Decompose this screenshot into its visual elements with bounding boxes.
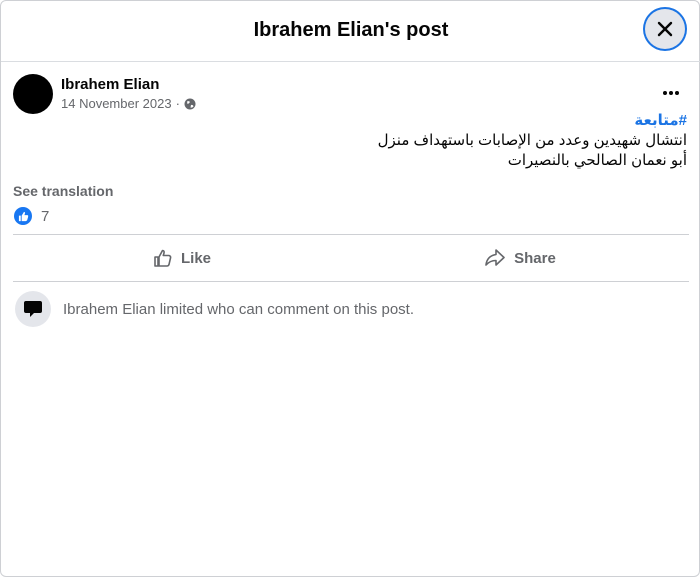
- more-horizontal-icon: [663, 91, 679, 95]
- comment-restriction-text: Ibrahem Elian limited who can comment on…: [63, 300, 414, 318]
- more-options-button[interactable]: [653, 79, 689, 107]
- close-button[interactable]: [645, 9, 685, 49]
- share-button[interactable]: Share: [351, 237, 689, 279]
- divider: [13, 234, 689, 235]
- post-dialog: Ibrahem Elian's post Ibrahem Elian 14 No…: [0, 0, 700, 577]
- meta-separator: ·: [175, 96, 180, 111]
- thumbs-up-icon: [154, 249, 172, 267]
- author-avatar[interactable]: [13, 74, 53, 114]
- dialog-title: Ibrahem Elian's post: [253, 19, 449, 41]
- author-name[interactable]: Ibrahem Elian: [61, 76, 159, 93]
- post-text-line: انتشال شهيدين وعدد من الإصابات باستهداف …: [377, 132, 687, 149]
- comment-bubble-icon: [24, 301, 42, 317]
- reactions-summary[interactable]: 7: [14, 207, 49, 225]
- post-text-line: أبو نعمان الصالحي بالنصيرات: [507, 152, 687, 169]
- like-button[interactable]: Like: [13, 237, 351, 279]
- comment-icon-wrapper: [15, 291, 51, 327]
- post-date[interactable]: 14 November 2023: [61, 96, 172, 111]
- share-icon: [485, 249, 505, 266]
- reaction-count: 7: [41, 207, 50, 225]
- globe-icon: [184, 98, 196, 109]
- post-meta: 14 November 2023 ·: [61, 96, 196, 111]
- post-text: انتشال شهيدين وعدد من الإصابات باستهداف …: [87, 131, 687, 171]
- share-label: Share: [514, 249, 556, 267]
- divider: [13, 281, 689, 282]
- close-icon: [657, 21, 673, 37]
- comment-restriction-notice: Ibrahem Elian limited who can comment on…: [15, 291, 414, 327]
- see-translation-link[interactable]: See translation: [13, 183, 113, 199]
- post-hashtag[interactable]: #متابعة: [634, 111, 687, 129]
- post-actions: Like Share: [13, 237, 689, 279]
- like-label: Like: [180, 249, 211, 267]
- dialog-header: Ibrahem Elian's post: [1, 1, 700, 62]
- like-reaction-icon: [14, 207, 32, 225]
